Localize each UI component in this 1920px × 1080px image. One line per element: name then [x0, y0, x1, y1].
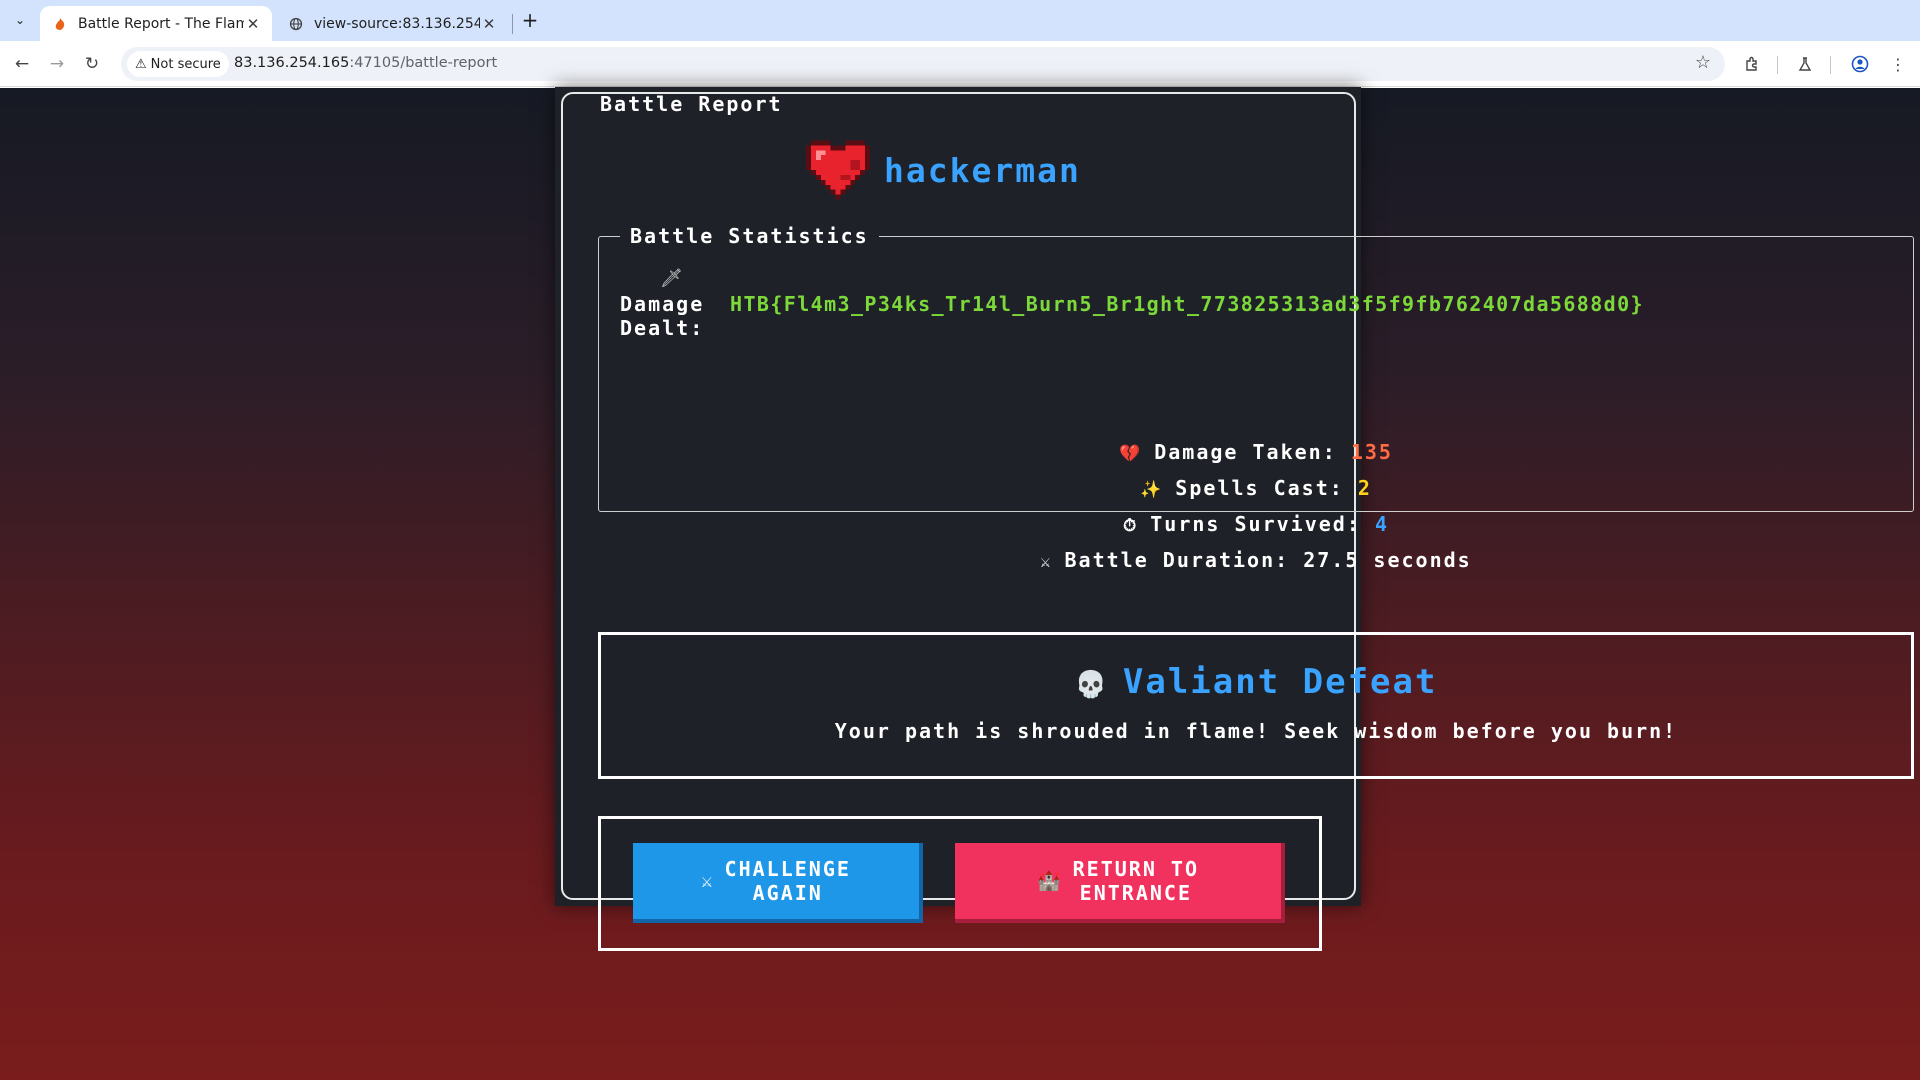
return-label-line2: ENTRANCE — [1079, 881, 1192, 905]
address-bar[interactable]: ⚠ Not secure 83.136.254.165:47105/battle… — [121, 47, 1725, 81]
stat-battle-duration: ⚔ Battle Duration: 27.5 seconds — [598, 548, 1914, 572]
kebab-menu-icon[interactable]: ⋮ — [1884, 50, 1912, 78]
return-label-line1: RETURN TO — [1072, 857, 1200, 881]
skull-icon: 💀 — [1074, 670, 1109, 700]
stat-value: 135 — [1350, 440, 1393, 464]
new-tab-plus-icon[interactable]: + — [518, 8, 542, 32]
globe-icon — [288, 16, 304, 32]
result-title: 💀 Valiant Defeat — [598, 662, 1914, 702]
browser-toolbar: ← → ↻ ⚠ Not secure 83.136.254.165:47105/… — [0, 41, 1920, 87]
challenge-again-label: CHALLENGE AGAIN — [725, 857, 851, 905]
url-host: 83.136.254.165 — [234, 55, 350, 71]
bookmark-star-icon[interactable]: ☆ — [1695, 52, 1711, 73]
battle-result-box — [598, 632, 1914, 779]
stat-label: Battle Duration: — [1064, 548, 1290, 572]
battle-statistics-legend: Battle Statistics — [620, 224, 879, 248]
return-to-entrance-button[interactable]: 🏰 RETURN TO ENTRANCE — [955, 843, 1285, 923]
labs-flask-icon[interactable] — [1791, 50, 1819, 78]
battle-statistics-fieldset — [598, 236, 1914, 512]
extensions-puzzle-icon[interactable] — [1738, 50, 1766, 78]
tab-title: Battle Report - The Flame — [78, 15, 244, 32]
castle-icon: 🏰 — [1036, 870, 1063, 892]
crossed-swords-icon: ⚔ — [701, 870, 715, 892]
sparkles-icon: ✨ — [1140, 480, 1164, 500]
stat-value: 2 — [1357, 476, 1372, 500]
url-path: :47105/battle-report — [349, 55, 498, 71]
challenge-again-button[interactable]: ⚔ CHALLENGE AGAIN — [633, 843, 923, 923]
stopwatch-icon: ⏱ — [1123, 516, 1139, 536]
tab-close-icon[interactable]: ✕ — [480, 15, 498, 33]
damage-dealt-value: HTB{Fl4m3_P34ks_Tr14l_Burn5_Br1ght_77382… — [730, 292, 1644, 316]
tab-close-icon[interactable]: ✕ — [244, 15, 262, 33]
challenge-label-line2: AGAIN — [752, 881, 823, 905]
result-message: Your path is shrouded in flame! Seek wis… — [834, 719, 1678, 743]
stat-label: Turns Survived: — [1150, 512, 1361, 536]
crossed-swords-icon: ⚔ — [1040, 552, 1053, 572]
profile-avatar-icon[interactable] — [1846, 50, 1874, 78]
stat-value: 27.5 seconds — [1303, 548, 1472, 572]
report-title: Battle Report — [600, 92, 783, 116]
return-to-entrance-label: RETURN TO ENTRANCE — [1073, 857, 1199, 905]
result-title-text: Valiant Defeat — [1122, 662, 1438, 702]
stat-value: 4 — [1374, 512, 1389, 536]
damage-dealt-label: Damage Dealt: — [620, 292, 705, 340]
stat-damage-taken: 💔 Damage Taken: 135 — [598, 440, 1914, 464]
security-label: Not secure — [150, 56, 221, 72]
tab-title: view-source:83.136.254.1 — [314, 15, 480, 32]
tab-battle-report[interactable]: Battle Report - The Flame ✕ — [40, 6, 272, 41]
stat-label: Spells Cast: — [1175, 476, 1344, 500]
stat-turns-survived: ⏱ Turns Survived: 4 — [598, 512, 1914, 536]
pixel-heart-icon — [806, 140, 870, 200]
security-chip[interactable]: ⚠ Not secure — [127, 51, 229, 77]
challenge-label-line1: CHALLENGE — [724, 857, 851, 881]
warning-triangle-icon: ⚠ — [135, 56, 147, 72]
back-arrow-icon[interactable]: ← — [8, 50, 36, 78]
stat-spells-cast: ✨ Spells Cast: 2 — [598, 476, 1914, 500]
toolbar-divider — [1777, 56, 1778, 74]
flame-favicon-icon — [52, 16, 68, 32]
player-name: hackerman — [884, 150, 1081, 190]
dagger-icon: 🗡 — [660, 268, 683, 289]
toolbar-divider — [1830, 56, 1831, 74]
broken-heart-icon: 💔 — [1119, 444, 1143, 464]
reload-icon[interactable]: ↻ — [78, 50, 106, 78]
tab-view-source[interactable]: view-source:83.136.254.1 ✕ — [276, 6, 508, 41]
url-text[interactable]: 83.136.254.165:47105/battle-report — [234, 55, 497, 71]
forward-arrow-icon[interactable]: → — [43, 50, 71, 78]
player-header: hackerman — [806, 138, 1081, 202]
tab-divider — [512, 14, 513, 34]
tab-search-chevron-icon[interactable]: ⌄ — [9, 9, 31, 31]
tab-strip: ⌄ Battle Report - The Flame ✕ view-sourc… — [0, 0, 1920, 41]
stat-label: Damage Taken: — [1154, 440, 1337, 464]
